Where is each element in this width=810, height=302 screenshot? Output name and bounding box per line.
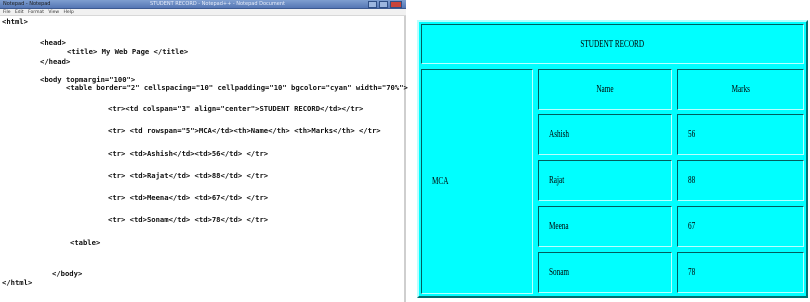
code-line: <tr> <td rowspan="5">MCA</td><th>Name</t… (108, 126, 381, 135)
code-line: <tr> <td>Sonam</td> <td>78</td> </tr> (108, 215, 269, 224)
editor-app-title: Notepad - Notepad (3, 1, 51, 7)
header-marks: Marks (731, 84, 750, 95)
browser-page: STUDENT RECORD MCA Name Marks Ashish 56 … (409, 0, 810, 302)
table-caption-cell: STUDENT RECORD (421, 24, 804, 64)
student-marks: 67 (688, 221, 696, 232)
code-line: <html> (2, 17, 28, 26)
editor-text-area[interactable]: <html> <head> <title> My Web Page </titl… (0, 17, 408, 302)
table-cell-marks: 56 (677, 114, 804, 155)
code-line: </html> (2, 278, 33, 287)
table-cell-marks: 78 (677, 252, 804, 293)
student-name: Meena (549, 221, 569, 232)
editor-menu-bar: File Edit Format View Help (0, 9, 406, 16)
table-cell-name: Ashish (538, 114, 672, 155)
student-marks: 88 (688, 175, 696, 186)
menu-file[interactable]: File (3, 10, 11, 15)
code-line: <title> My Web Page </title> (67, 47, 189, 56)
course-label: MCA (432, 176, 449, 187)
table-cell-marks: 88 (677, 160, 804, 201)
editor-document-title: STUDENT RECORD - Notepad++ - Notepad Doc… (150, 1, 285, 7)
text-editor-window: Notepad - Notepad STUDENT RECORD - Notep… (0, 0, 408, 302)
code-line: <table> (70, 238, 101, 247)
student-name: Ashish (549, 129, 570, 140)
code-line: </body> (52, 269, 83, 278)
maximize-button[interactable] (379, 1, 388, 8)
student-name: Rajat (549, 175, 565, 186)
code-line: </head> (40, 57, 71, 66)
code-line: <table border="2" cellspacing="10" cellp… (66, 83, 408, 92)
table-cell-name: Rajat (538, 160, 672, 201)
menu-view[interactable]: View (48, 10, 59, 15)
header-name: Name (596, 84, 614, 95)
header-name-cell: Name (538, 69, 672, 110)
close-button[interactable] (390, 1, 402, 8)
menu-format[interactable]: Format (28, 10, 44, 15)
student-name: Sonam (549, 267, 570, 278)
code-line: <head> (40, 38, 66, 47)
table-cell-marks: 67 (677, 206, 804, 247)
code-line: <tr><td colspan="3" align="center">STUDE… (108, 104, 364, 113)
code-line: <tr> <td>Ashish</td><td>56</td> </tr> (108, 149, 269, 158)
code-line: <tr> <td>Rajat</td> <td>88</td> </tr> (108, 171, 269, 180)
table-cell-name: Sonam (538, 252, 672, 293)
course-cell: MCA (421, 69, 533, 294)
menu-edit[interactable]: Edit (15, 10, 24, 15)
student-marks: 56 (688, 129, 696, 140)
table-cell-name: Meena (538, 206, 672, 247)
student-record-table: STUDENT RECORD MCA Name Marks Ashish 56 … (417, 20, 808, 298)
editor-title-bar: Notepad - Notepad STUDENT RECORD - Notep… (0, 0, 406, 9)
table-caption: STUDENT RECORD (580, 38, 645, 50)
menu-help[interactable]: Help (64, 10, 74, 15)
code-line: <tr> <td>Meena</td> <td>67</td> </tr> (108, 193, 269, 202)
student-marks: 78 (688, 267, 696, 278)
header-marks-cell: Marks (677, 69, 804, 110)
minimize-button[interactable] (368, 1, 377, 8)
